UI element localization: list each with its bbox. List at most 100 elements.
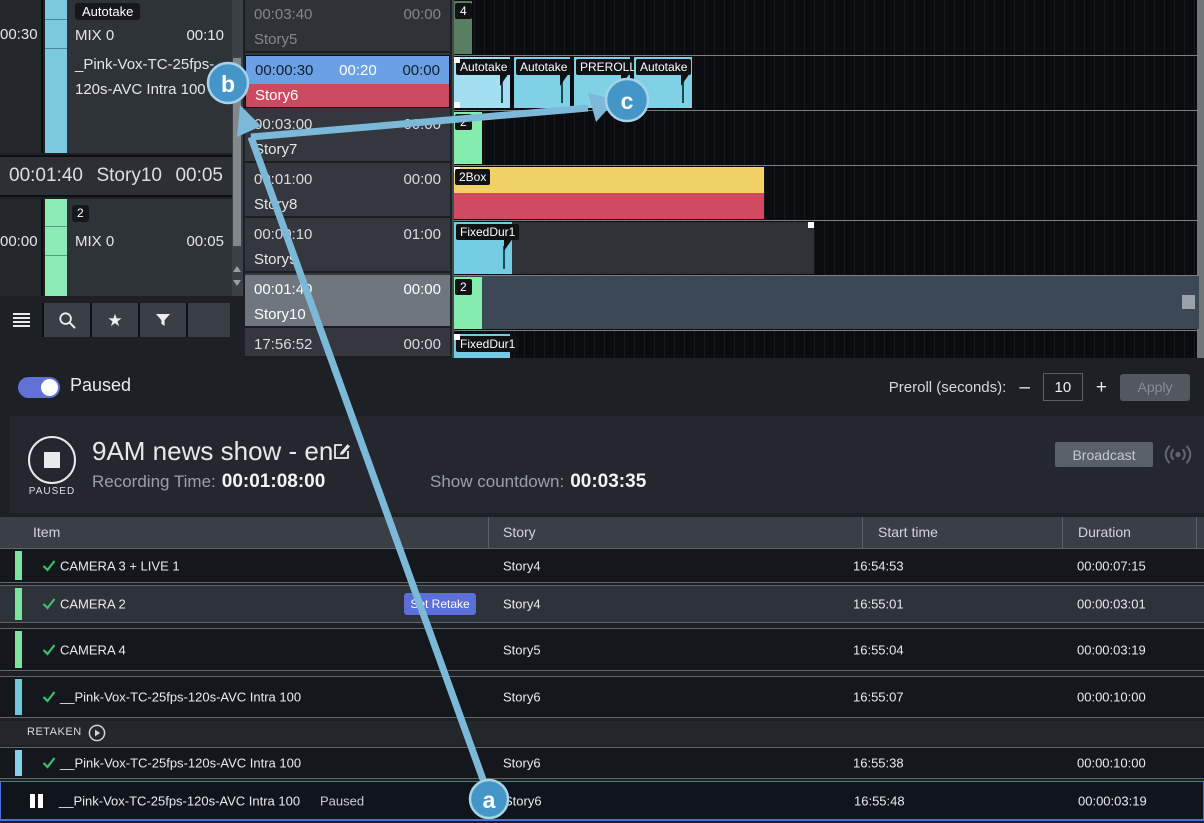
story-cell-story8[interactable]: 00:01:0000:00 Story8 (245, 165, 450, 218)
preroll-input[interactable] (1043, 373, 1083, 401)
toolbar-spacer (188, 303, 230, 337)
player-state-label: PAUSED (18, 486, 86, 497)
pause-toggle[interactable] (18, 377, 60, 398)
block-badge: 4 (455, 3, 472, 19)
flag-icon (560, 73, 569, 86)
block-badge: 2 (455, 114, 472, 130)
column-item[interactable]: Item (33, 524, 60, 540)
table-row[interactable]: CAMERA 2 Set Retake Story4 16:55:01 00:0… (0, 585, 1204, 623)
edit-icon[interactable] (332, 441, 352, 461)
flag-icon (681, 73, 690, 86)
show-header-card: PAUSED 9AM news show - en Recording Time… (10, 416, 1204, 513)
table-row[interactable]: __Pink-Vox-TC-25fps-120s-AVC Intra 100 S… (0, 676, 1204, 718)
player-panel: 00:30 Autotake MIX 0 00:10 _Pink-Vox-TC-… (0, 0, 243, 358)
item-color-bar (15, 679, 22, 715)
favorites-button[interactable]: ★ (92, 303, 140, 337)
table-row[interactable]: CAMERA 3 + LIVE 1 Story4 16:54:53 00:00:… (0, 548, 1204, 583)
timeline-block-fixeddur-next[interactable]: FixedDur1 (454, 334, 510, 358)
transition-duration: 00:10 (186, 27, 224, 44)
timeline-block-autotake-2[interactable]: Autotake (514, 57, 570, 108)
next-item-card[interactable]: 2 MIX 0 00:05 (45, 199, 232, 296)
story-remaining: 00:05 (175, 165, 223, 187)
search-icon (58, 311, 77, 330)
story-label: Story6 (246, 84, 449, 107)
table-row[interactable]: CAMERA 4 Story5 16:55:04 00:00:03:19 (0, 628, 1204, 671)
timeline-block-autotake-1[interactable]: Autotake (454, 57, 510, 108)
flag-icon (504, 238, 513, 251)
play-icon[interactable] (88, 724, 106, 742)
check-icon (42, 756, 56, 770)
preroll-increment-button[interactable]: + (1096, 378, 1107, 397)
story-cell-next[interactable]: 17:56:5200:00 (245, 330, 450, 358)
scrollbar-thumb[interactable] (233, 58, 241, 246)
menu-button[interactable] (0, 303, 44, 337)
broadcast-button[interactable]: Broadcast (1055, 442, 1153, 467)
recording-time: Recording Time:00:01:08:00 (92, 471, 325, 493)
story-label: Story9 (245, 248, 450, 271)
menu-icon (13, 313, 30, 327)
flag-icon (621, 73, 630, 86)
block-label: FixedDur1 (456, 336, 519, 352)
show-countdown: Show countdown:00:03:35 (430, 471, 646, 493)
item-status: Paused (320, 793, 364, 808)
column-duration[interactable]: Duration (1078, 524, 1131, 540)
toggle-knob (41, 379, 58, 396)
preroll-group: Preroll (seconds): – + Apply (889, 358, 1190, 416)
current-clip-name: _Pink-Vox-TC-25fps-120s-AVC Intra 100 (75, 52, 233, 102)
timeline-canvas[interactable]: 4 Autotake Autotake PREROLL Autotake 2 (452, 0, 1197, 358)
stop-icon (44, 452, 60, 468)
check-icon (42, 559, 56, 573)
timeline-block-2box-audio[interactable] (454, 193, 764, 219)
column-start-time[interactable]: Start time (878, 524, 938, 540)
filter-button[interactable] (140, 303, 188, 337)
retaken-separator: RETAKEN (0, 721, 1204, 745)
timeline-block-fixeddur-story9[interactable]: FixedDur1 (454, 222, 512, 274)
column-story[interactable]: Story (503, 524, 536, 540)
story-cell-story7[interactable]: 00:03:0000:00 Story7 (245, 110, 450, 163)
player-scrollbar[interactable] (232, 0, 243, 296)
transition-label: MIX 0 (75, 27, 114, 44)
transition-duration: 00:05 (186, 233, 224, 250)
item-color-bar (15, 631, 22, 668)
scroll-up-icon[interactable] (233, 266, 241, 272)
search-button[interactable] (44, 303, 92, 337)
apply-button[interactable]: Apply (1120, 374, 1190, 401)
on-air-icon (1158, 441, 1198, 468)
transport-bar: Paused Preroll (seconds): – + Apply (0, 358, 1204, 416)
preroll-label: Preroll (seconds): (889, 379, 1007, 396)
check-icon (42, 597, 56, 611)
set-retake-button[interactable]: Set Retake (404, 593, 476, 615)
timeline-block-preroll[interactable]: PREROLL (574, 57, 630, 108)
flag-icon (500, 73, 509, 86)
clip-end-handle[interactable] (1182, 295, 1195, 309)
story-label: Story7 (245, 138, 450, 161)
timeline-block-2box-video[interactable] (454, 167, 764, 193)
story-cell-story6-onair[interactable]: 00:00:3000:2000:00 Story6 (245, 55, 450, 108)
check-icon (42, 690, 56, 704)
table-row-selected[interactable]: __Pink-Vox-TC-25fps-120s-AVC Intra 100 P… (0, 781, 1204, 821)
transition-row: MIX 0 00:05 (75, 233, 224, 250)
current-item-card[interactable]: Autotake MIX 0 00:10 _Pink-Vox-TC-25fps-… (45, 0, 232, 153)
preroll-decrement-button[interactable]: – (1019, 378, 1030, 397)
block-badge: 2 (455, 279, 472, 295)
stop-button[interactable] (28, 436, 76, 484)
player-toolbar: ★ (0, 303, 232, 337)
timeline-row-story10-selected[interactable] (454, 276, 1199, 329)
story-cell-story5[interactable]: 00:03:4000:00 Story5 (245, 0, 450, 53)
story-cell-story10-selected[interactable]: 00:01:4000:00 Story10 (245, 275, 450, 328)
pause-toggle-label: Paused (70, 375, 131, 396)
block-label: PREROLL (576, 59, 640, 75)
story-elapsed: 00:01:40 (9, 165, 83, 187)
timeline-block-autotake-3[interactable]: Autotake (634, 57, 692, 108)
transition-row: MIX 0 00:10 (75, 27, 224, 44)
item-color-bar (15, 750, 22, 776)
story-cell-story9[interactable]: 00:00:1001:00 Story9 (245, 220, 450, 273)
countdown-value: 00:03:35 (570, 471, 646, 492)
story-group-header[interactable]: 00:01:40 Story10 00:05 (0, 155, 232, 197)
recording-time-value: 00:01:08:00 (222, 471, 326, 492)
scroll-down-icon[interactable] (233, 280, 241, 286)
story-label: Story10 (245, 303, 450, 326)
table-row[interactable]: __Pink-Vox-TC-25fps-120s-AVC Intra 100 S… (0, 747, 1204, 779)
autotake-badge: Autotake (75, 3, 140, 20)
star-icon: ★ (107, 312, 122, 329)
